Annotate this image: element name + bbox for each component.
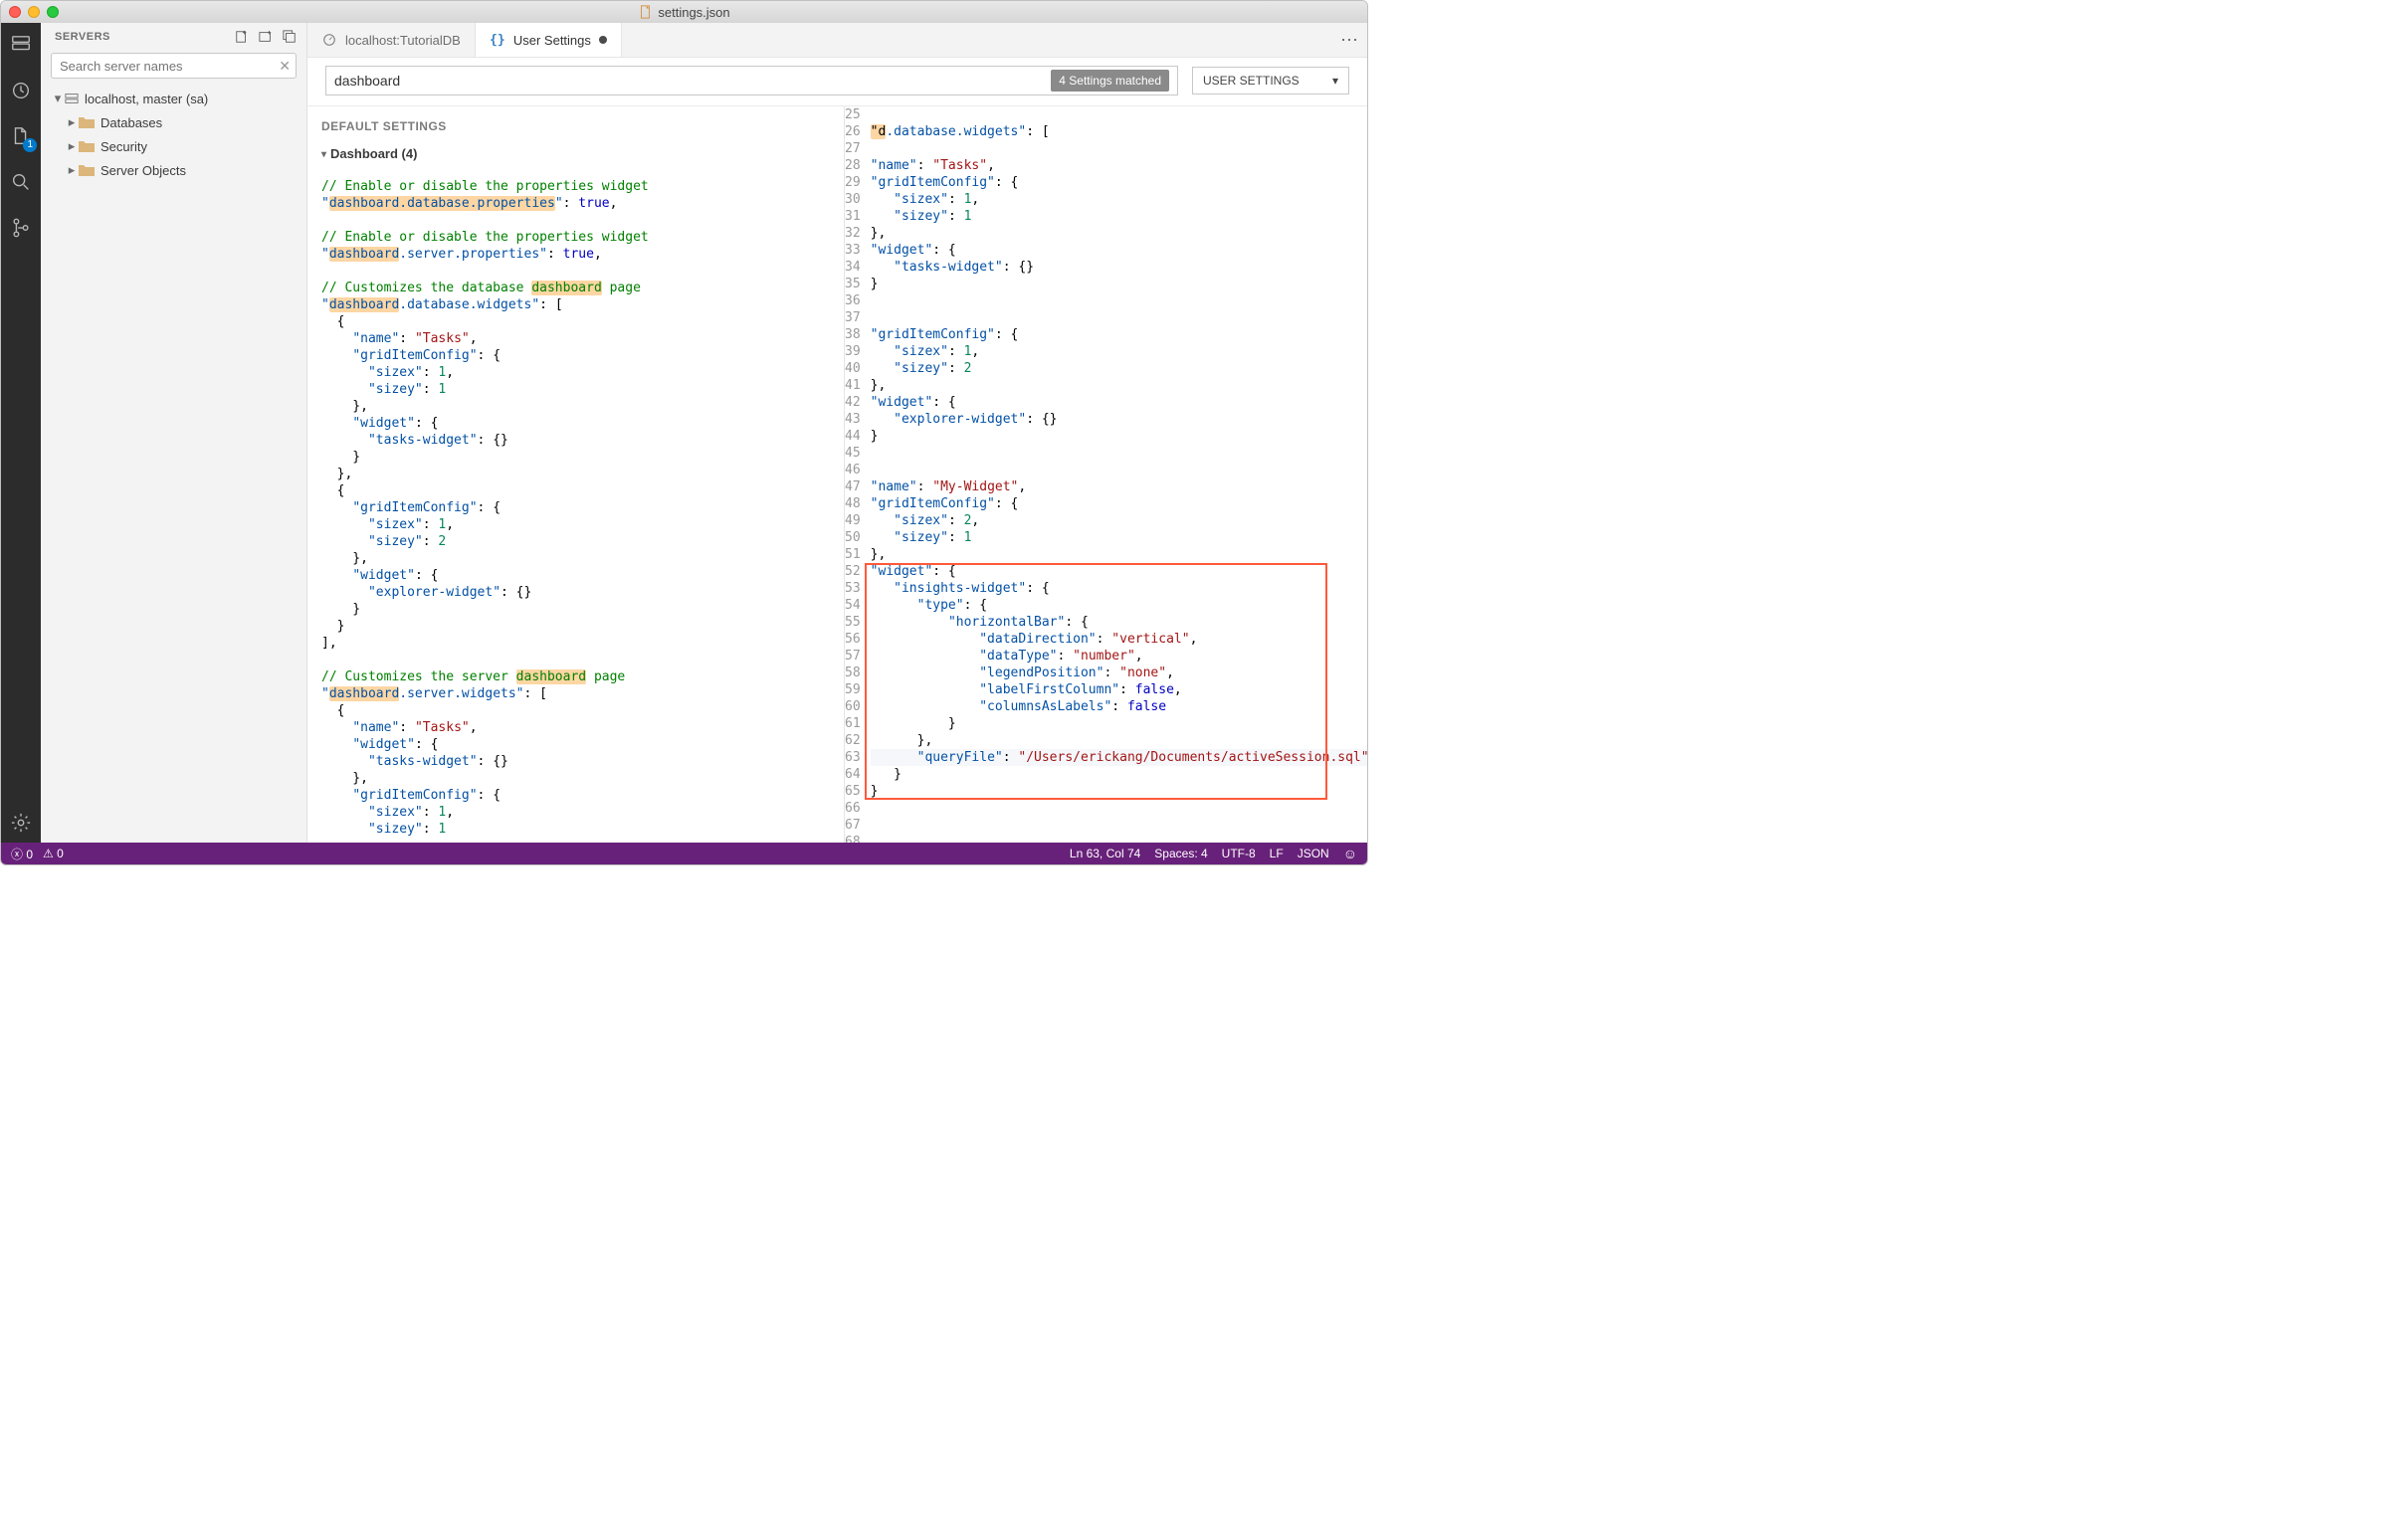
window-titlebar: settings.json [1,1,1367,23]
language-status[interactable]: JSON [1298,847,1329,860]
braces-icon: {} [490,32,505,48]
default-settings-heading: DEFAULT SETTINGS [321,118,844,135]
tab-user-settings[interactable]: {} User Settings [476,23,622,57]
server-node-label: localhost, master (sa) [85,92,208,106]
chevron-down-icon: ▾ [1332,74,1338,88]
activity-bar: 1 [1,23,41,843]
settings-search-input[interactable] [334,73,1051,89]
new-connection-icon[interactable] [235,30,249,44]
editor-tab-bar: localhost:TutorialDB {} User Settings ⋯ [307,23,1367,58]
server-node-root[interactable]: ▾ localhost, master (sa) [41,87,306,110]
task-history-icon[interactable] [7,77,35,104]
minimize-window-button[interactable] [28,6,40,18]
folder-icon [79,139,95,153]
dirty-indicator-icon [599,36,607,44]
user-settings-pane[interactable]: 2526272829303132333435363738394041424344… [845,106,1367,843]
tree-node-security[interactable]: ▸ Security [41,134,306,158]
close-window-button[interactable] [9,6,21,18]
tree-node-server-objects[interactable]: ▸ Server Objects [41,158,306,182]
default-settings-pane[interactable]: DEFAULT SETTINGS Dashboard (4) // Enable… [307,106,845,843]
errors-status[interactable]: ⓧ 0 [11,846,33,862]
more-tabs-button[interactable]: ⋯ [1331,23,1367,57]
settings-gear-icon[interactable] [7,809,35,837]
tab-tutorialdb[interactable]: localhost:TutorialDB [307,23,476,57]
dashboard-group-heading[interactable]: Dashboard (4) [321,145,844,164]
tree-node-databases[interactable]: ▸ Databases [41,110,306,134]
tab-label: localhost:TutorialDB [345,33,461,48]
warnings-status[interactable]: ⚠ 0 [43,847,64,860]
status-bar: ⓧ 0 ⚠ 0 Ln 63, Col 74 Spaces: 4 UTF-8 LF… [1,843,1367,864]
match-count-badge: 4 Settings matched [1051,70,1169,92]
window-title: settings.json [658,5,729,20]
settings-scope-dropdown[interactable]: USER SETTINGS ▾ [1192,67,1349,95]
file-icon [638,5,652,19]
indent-status[interactable]: Spaces: 4 [1154,847,1207,860]
maximize-window-button[interactable] [47,6,59,18]
encoding-status[interactable]: UTF-8 [1222,847,1256,860]
collapse-all-icon[interactable] [283,30,297,44]
explorer-activity-icon[interactable]: 1 [7,122,35,150]
highlight-box [865,563,1327,800]
dashboard-tab-icon [321,32,337,48]
clear-search-icon[interactable]: ✕ [279,58,291,75]
feedback-icon[interactable]: ☺ [1343,846,1357,861]
tab-label: User Settings [513,33,591,48]
folder-icon [79,115,95,129]
search-activity-icon[interactable] [7,168,35,196]
servers-sidebar: SERVERS ✕ ▾ localhost, master (sa) ▸ [41,23,307,843]
explorer-badge: 1 [23,138,37,152]
source-control-icon[interactable] [7,214,35,242]
servers-activity-icon[interactable] [7,31,35,59]
new-group-icon[interactable] [259,30,273,44]
eol-status[interactable]: LF [1270,847,1284,860]
server-search-input[interactable] [51,53,297,79]
folder-icon [79,163,95,177]
server-icon [65,92,79,105]
cursor-position-status[interactable]: Ln 63, Col 74 [1070,847,1140,860]
sidebar-title: SERVERS [55,31,110,43]
